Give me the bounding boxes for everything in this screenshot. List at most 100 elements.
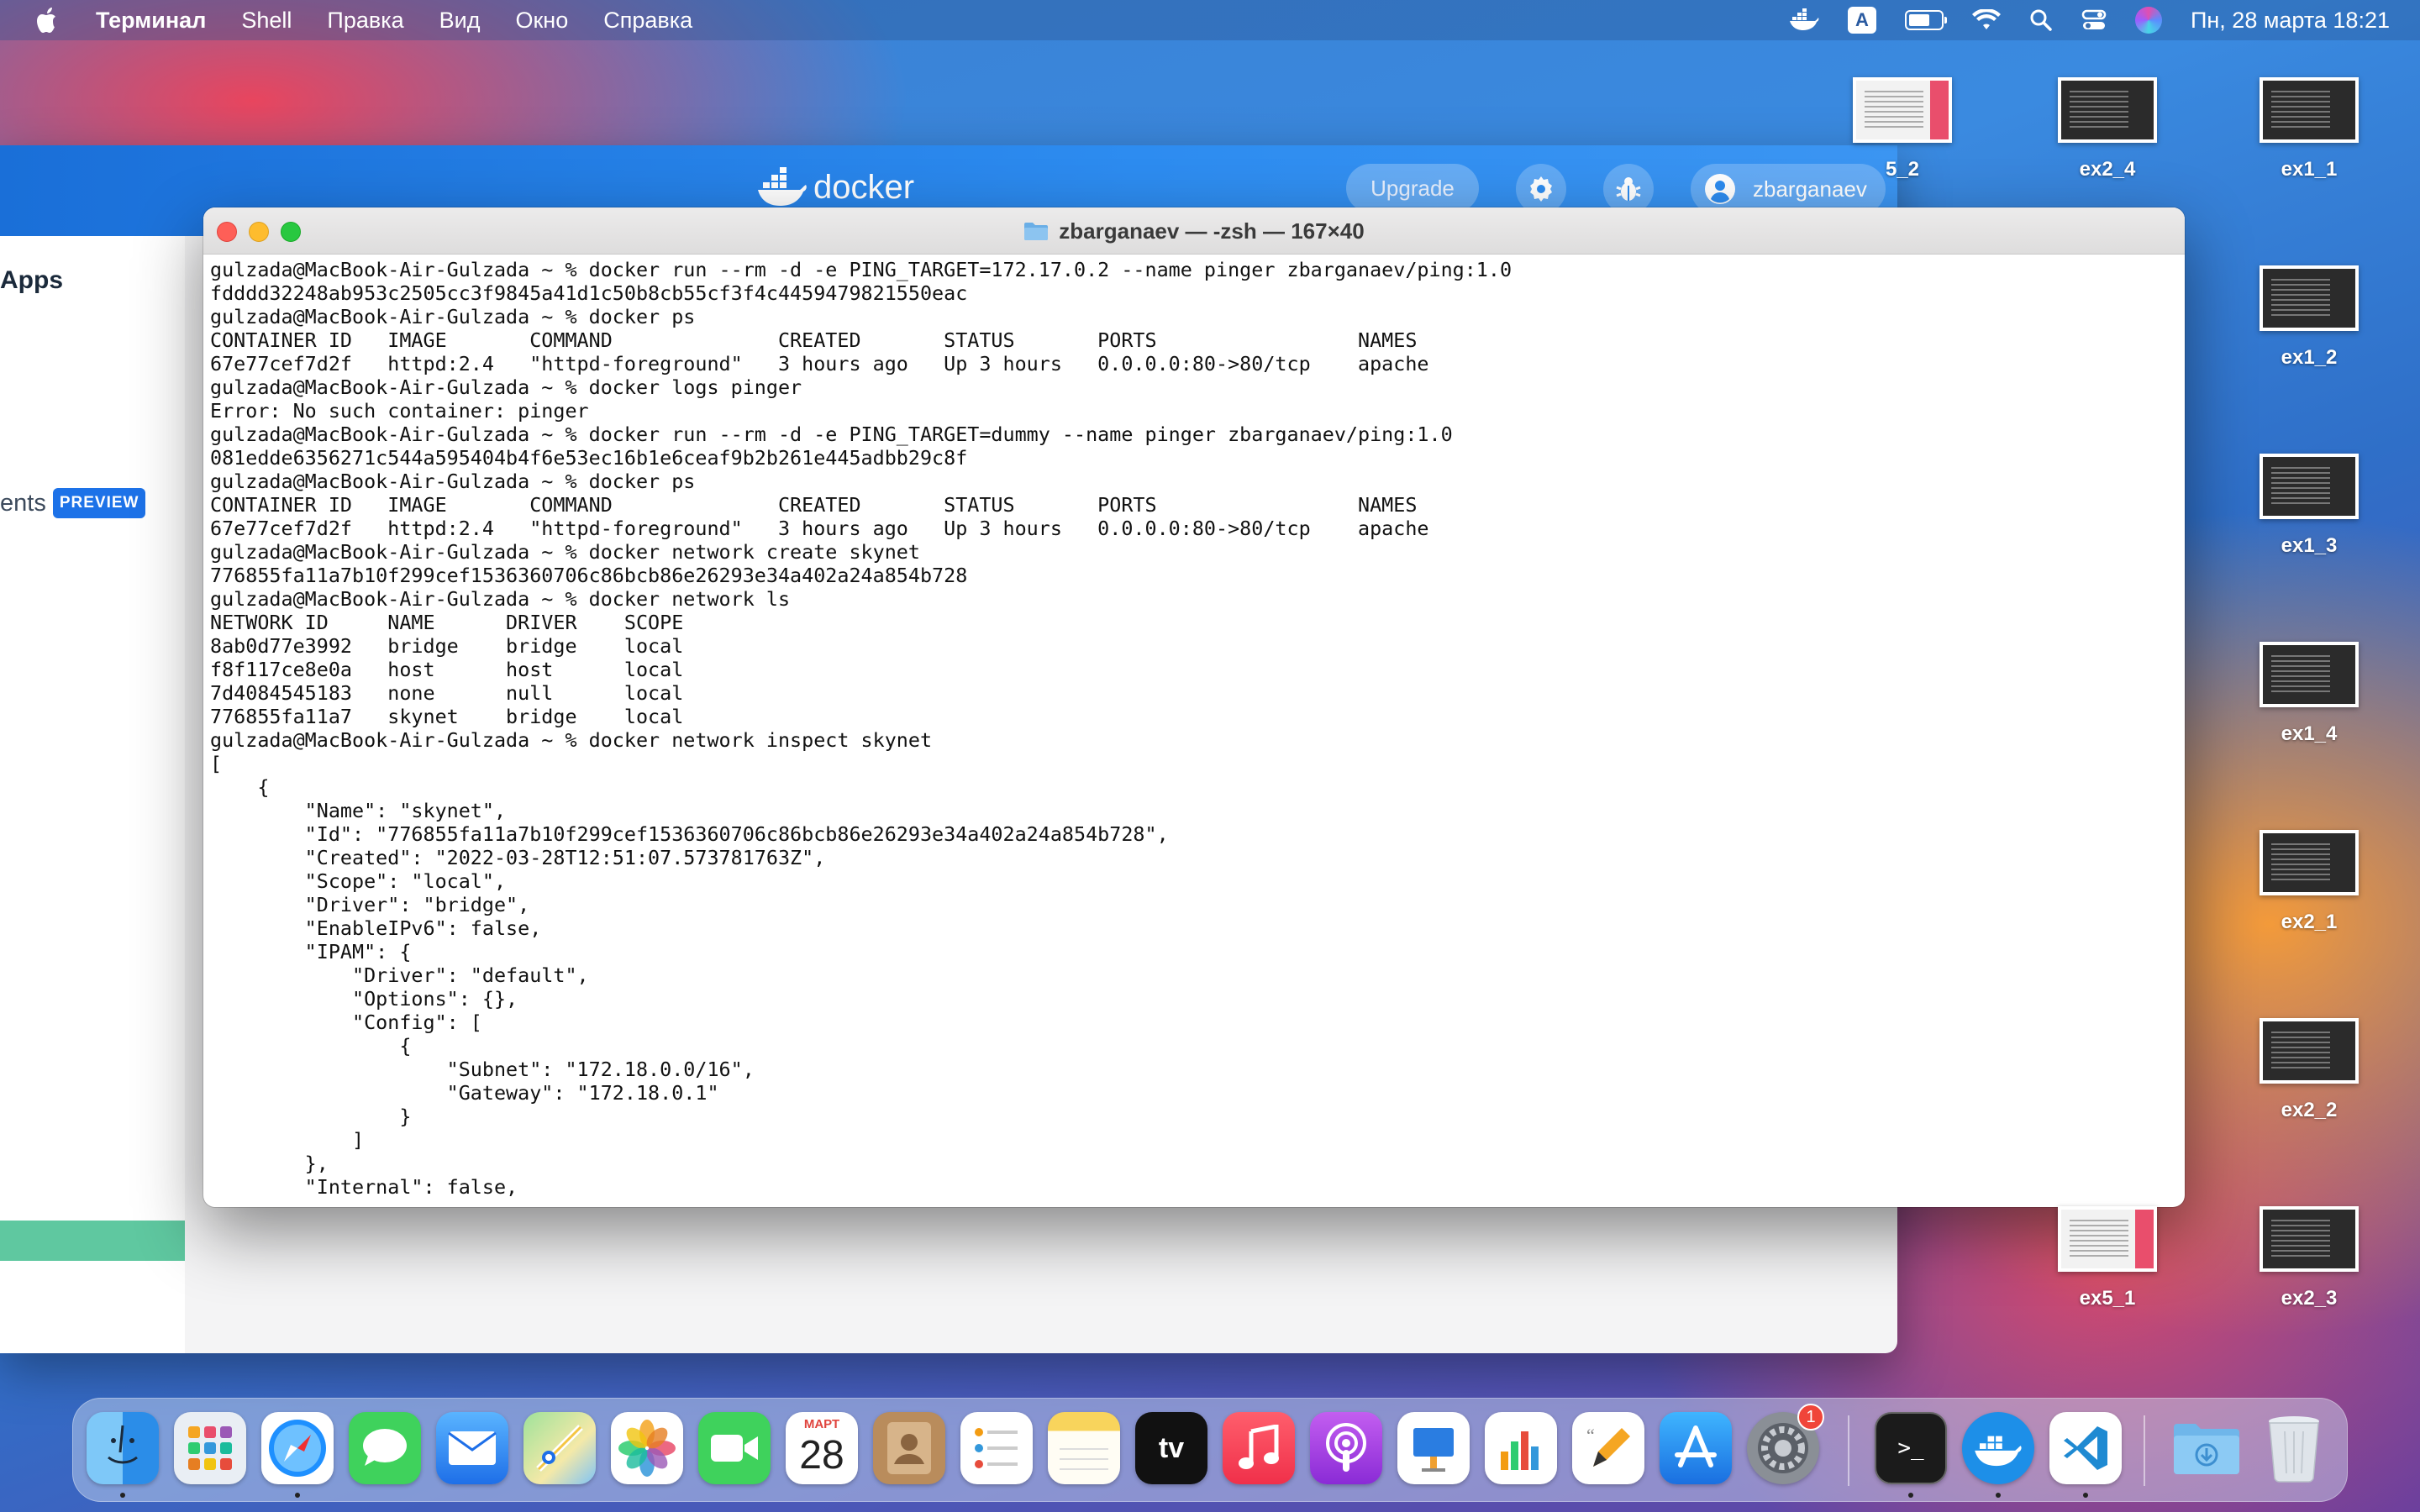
menu-bar: Терминал Shell Правка Вид Окно Справка A [0,0,2420,40]
terminal-output[interactable]: gulzada@MacBook-Air-Gulzada ~ % docker r… [210,258,2168,1202]
terminal-output-line: 776855fa11a7 skynet bridge local [210,705,684,728]
desktop-file-ex1_2[interactable]: ex1_2 [2242,265,2376,370]
terminal-title: zbarganaev — -zsh — 167×40 [203,207,2185,255]
control-center-icon[interactable] [2081,8,2107,33]
finder-icon[interactable] [87,1412,159,1484]
menu-help[interactable]: Справка [603,8,692,34]
terminal-output-line: 67e77cef7d2f httpd:2.4 "httpd-foreground… [210,517,1429,540]
terminal-output-line: NETWORK ID NAME DRIVER SCOPE [210,611,684,634]
terminal-window[interactable]: zbarganaev — -zsh — 167×40 gulzada@MacBo… [203,207,2185,1207]
apple-tv-icon[interactable]: tv [1135,1412,1207,1484]
numbers-icon[interactable] [1485,1412,1557,1484]
terminal-command-line: gulzada@MacBook-Air-Gulzada ~ % docker p… [210,305,696,328]
file-thumbnail [2260,830,2359,895]
file-thumbnail [2058,77,2157,143]
terminal-output-line: "EnableIPv6": false, [210,916,542,940]
terminal-command-line: gulzada@MacBook-Air-Gulzada ~ % docker p… [210,470,696,493]
desktop-file-ex1_3[interactable]: ex1_3 [2242,454,2376,558]
desktop-file-5_2[interactable]: 5_2 [1835,77,1970,181]
desktop-file-ex1_4[interactable]: ex1_4 [2242,642,2376,746]
desktop-file-ex2_3[interactable]: ex2_3 [2242,1206,2376,1310]
sidebar-item-dev-environments[interactable]: ents PREVIEW [0,488,146,518]
calendar-icon[interactable]: МАРТ 28 [786,1412,858,1484]
podcasts-icon[interactable] [1310,1412,1382,1484]
menu-view[interactable]: Вид [439,8,481,34]
terminal-output-line: "Internal": false, [210,1175,518,1199]
notes-icon[interactable] [1048,1412,1120,1484]
terminal-output-line: CONTAINER ID IMAGE COMMAND CREATED STATU… [210,493,1418,517]
docker-troubleshoot-button[interactable] [1603,164,1654,214]
desktop-file-label: ex1_4 [2281,722,2338,745]
desktop-file-ex2_4[interactable]: ex2_4 [2040,77,2175,181]
terminal-output-line: fdddd32248ab953c2505cc3f9845a41d1c50b8cb… [210,281,968,305]
reminders-icon[interactable] [960,1412,1033,1484]
terminal-output-line: 776855fa11a7b10f299cef1536360706c86bcb86… [210,564,968,587]
desktop-file-ex1_1[interactable]: ex1_1 [2242,77,2376,181]
terminal-icon[interactable]: >_ [1875,1412,1947,1484]
docker-status-icon[interactable] [1789,8,1819,32]
mail-icon[interactable] [436,1412,508,1484]
docker-logo-text: docker [813,168,915,206]
input-source-icon[interactable]: A [1847,7,1876,34]
preview-badge: PREVIEW [52,488,146,518]
sidebar-item-apps[interactable]: Apps [0,266,63,295]
music-icon[interactable] [1223,1412,1295,1484]
terminal-output-line: Error: No such container: pinger [210,399,589,423]
terminal-command-line: gulzada@MacBook-Air-Gulzada ~ % docker n… [210,540,920,564]
file-thumbnail [2260,642,2359,707]
file-thumbnail [2260,1206,2359,1272]
terminal-output-line: "Created": "2022-03-28T12:51:07.57378176… [210,846,826,869]
desktop-file-ex2_1[interactable]: ex2_1 [2242,830,2376,934]
app-store-icon[interactable] [1660,1412,1732,1484]
docker-settings-button[interactable] [1516,164,1566,214]
upgrade-button[interactable]: Upgrade [1346,164,1479,213]
terminal-output-line: }, [210,1152,329,1175]
calendar-month: МАРТ [803,1417,840,1431]
desktop-file-label: ex1_3 [2281,534,2338,557]
maps-icon[interactable] [523,1412,596,1484]
docker-icon[interactable] [1962,1412,2034,1484]
siri-icon[interactable] [2134,7,2162,34]
menu-shell[interactable]: Shell [241,8,292,34]
folder-icon [1024,223,1049,240]
facetime-icon[interactable] [698,1412,771,1484]
dock-separator [2144,1415,2145,1486]
downloads-folder-icon[interactable] [2170,1412,2243,1484]
wifi-icon[interactable] [1971,9,2001,31]
safari-icon[interactable] [261,1412,334,1484]
terminal-output-line: f8f117ce8e0a host host local [210,658,684,681]
menu-edit[interactable]: Правка [327,8,403,34]
desktop-file-label: ex2_4 [2079,158,2136,181]
menu-app-name[interactable]: Терминал [96,8,206,34]
pages-icon[interactable]: “ [1572,1412,1644,1484]
messages-icon[interactable] [349,1412,421,1484]
desktop-file-label: ex2_1 [2281,911,2338,933]
desktop-file-label: ex1_1 [2281,158,2338,181]
launchpad-icon[interactable] [174,1412,246,1484]
terminal-output-line: "Name": "skynet", [210,799,507,822]
terminal-output-line: "Driver": "bridge", [210,893,530,916]
photos-icon[interactable] [611,1412,683,1484]
contacts-icon[interactable] [873,1412,945,1484]
vscode-icon[interactable] [2049,1412,2122,1484]
menubar-clock[interactable]: Пн, 28 марта 18:21 [2191,8,2390,34]
desktop-file-label: 5_2 [1885,158,1920,181]
terminal-command-line: gulzada@MacBook-Air-Gulzada ~ % docker n… [210,587,791,611]
bug-icon [1616,177,1641,201]
desktop-file-label: ex2_2 [2281,1099,2338,1121]
terminal-output-line: "Gateway": "172.18.0.1" [210,1081,719,1105]
trash-icon[interactable] [2258,1412,2330,1484]
terminal-output-line: 67e77cef7d2f httpd:2.4 "httpd-foreground… [210,352,1429,375]
menu-window[interactable]: Окно [515,8,568,34]
engine-status-bar [0,1221,185,1261]
keynote-icon[interactable] [1397,1412,1470,1484]
file-thumbnail [2058,1206,2157,1272]
desktop-file-ex5_1[interactable]: ex5_1 [2040,1206,2175,1310]
desktop-file-ex2_2[interactable]: ex2_2 [2242,1018,2376,1122]
apple-menu-icon[interactable] [34,5,62,35]
terminal-output-line: ] [210,1128,365,1152]
terminal-output-line: "Id": "776855fa11a7b10f299cef1536360706c… [210,822,1169,846]
spotlight-search-icon[interactable] [2029,8,2053,32]
terminal-titlebar[interactable]: zbarganaev — -zsh — 167×40 [203,207,2185,255]
battery-icon[interactable] [1904,10,1947,30]
